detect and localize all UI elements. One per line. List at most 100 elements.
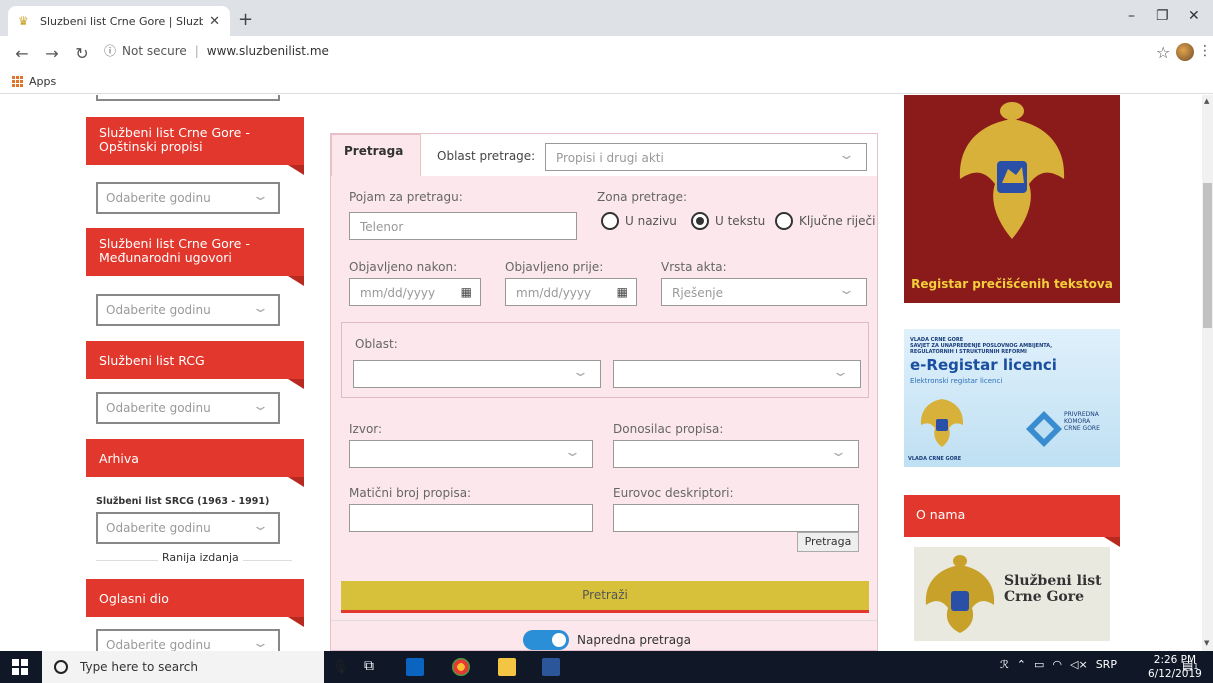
close-window-button[interactable]: ✕ [1188, 8, 1200, 24]
cortana-icon [54, 660, 68, 674]
radio-kljucne-rijeci[interactable]: Ključne riječi [775, 212, 875, 230]
address-bar[interactable]: ⓘ Not secure | www.sluzbenilist.me [104, 42, 329, 59]
radio-u-nazivu[interactable]: U nazivu [601, 212, 677, 230]
windows-start-icon[interactable] [12, 659, 28, 675]
profile-avatar[interactable] [1176, 43, 1194, 61]
chevron-down-icon: ⌄ [251, 519, 270, 534]
objavljeno-nakon-label: Objavljeno nakon: [349, 260, 458, 274]
minimize-button[interactable]: – [1128, 8, 1135, 24]
chevron-down-icon: ⌄ [251, 636, 270, 651]
e-registar-banner[interactable]: VLADA CRNE GORE SAVJET ZA UNAPREĐENJE PO… [904, 329, 1120, 467]
scroll-down-icon[interactable]: ▼ [1204, 639, 1209, 647]
address-separator: | [194, 43, 199, 58]
browser-tab[interactable]: ♛ Sluzbeni list Crne Gore | Sluzbeni ✕ [8, 6, 230, 36]
radio-circle [775, 212, 793, 230]
calendar-icon[interactable]: ▦ [461, 285, 472, 299]
eurovoc-search-button[interactable]: Pretraga [797, 532, 859, 552]
vrsta-akta-select[interactable]: Rješenje ⌄ [661, 278, 867, 306]
divider [331, 620, 877, 621]
year-select-oglasni[interactable]: Odaberite godinu ⌄ [96, 629, 280, 651]
ranija-izdanja-link[interactable]: Ranija izdanja [158, 551, 243, 564]
submit-search-button[interactable]: Pretraži [341, 581, 869, 613]
radio-label: U tekstu [715, 214, 766, 228]
oblast-select-1[interactable]: ⌄ [353, 360, 601, 388]
scrollbar-thumb[interactable] [1203, 183, 1212, 328]
microphone-icon[interactable]: 🎙 [332, 660, 349, 675]
task-view-icon[interactable]: ⧉ [364, 658, 374, 674]
register-banner-text: Registar prečišćenih tekstova [911, 277, 1113, 291]
tab-pretraga[interactable]: Pretraga [331, 134, 421, 176]
bookmark-star-icon[interactable]: ☆ [1156, 43, 1170, 62]
select-placeholder: Odaberite godinu [106, 191, 211, 205]
chevron-down-icon: ⌄ [837, 148, 856, 163]
people-icon[interactable]: ℛ [1000, 658, 1009, 671]
url-text[interactable]: www.sluzbenilist.me [207, 44, 329, 58]
notification-icon[interactable]: ▤1 [1182, 658, 1200, 676]
language-indicator[interactable]: SRP [1096, 658, 1117, 671]
register-banner[interactable]: Registar prečišćenih tekstova [904, 95, 1120, 303]
sluzbeni-list-logo-box[interactable]: Službeni list Crne Gore [914, 547, 1110, 641]
eurovoc-input[interactable] [613, 504, 859, 532]
network-icon[interactable]: ▭ [1034, 658, 1044, 671]
menu-kebab-icon[interactable]: ⋮ [1198, 43, 1212, 59]
section-oglasni-header[interactable]: Oglasni dio [86, 579, 304, 627]
e-registar-header: VLADA CRNE GORE SAVJET ZA UNAPREĐENJE PO… [910, 337, 1053, 355]
eurovoc-label: Eurovoc deskriptori: [613, 486, 734, 500]
izvor-label: Izvor: [349, 422, 383, 436]
chamber-label: PRIVREDNA KOMORA CRNE GORE [1064, 411, 1100, 432]
o-nama-header[interactable]: O nama [904, 495, 1120, 547]
chevron-down-icon: ⌄ [831, 365, 850, 380]
advanced-search-toggle[interactable] [523, 630, 569, 650]
oblast-pretrage-select[interactable]: Propisi i drugi akti ⌄ [545, 143, 867, 171]
back-icon[interactable]: ← [14, 44, 30, 63]
year-select-rcg[interactable]: Odaberite godinu ⌄ [96, 392, 280, 424]
page-scrollbar[interactable] [1202, 95, 1213, 651]
word-icon[interactable] [542, 658, 560, 676]
year-select-opstinski[interactable]: Odaberite godinu ⌄ [96, 182, 280, 214]
e-registar-subtitle: Elektronski registar licenci [910, 377, 1003, 385]
chevron-down-icon: ⌄ [837, 283, 856, 298]
select-value: Propisi i drugi akti [556, 151, 664, 165]
year-select-arhiva[interactable]: Odaberite godinu ⌄ [96, 512, 280, 544]
maticni-input[interactable] [349, 504, 593, 532]
chrome-icon[interactable] [452, 658, 470, 676]
tray-expand-icon[interactable]: ⌃ [1017, 658, 1026, 671]
radio-u-tekstu[interactable]: U tekstu [691, 212, 765, 230]
pojam-input[interactable]: Telenor [349, 212, 577, 240]
reload-icon[interactable]: ↻ [74, 44, 90, 63]
year-select-partial[interactable] [96, 95, 280, 101]
section-opstinski-header[interactable]: Službeni list Crne Gore - Opštinski prop… [86, 117, 304, 175]
outlook-icon[interactable] [406, 658, 424, 676]
date-from-input[interactable]: mm/dd/yyyy ▦ [349, 278, 481, 306]
new-tab-button[interactable]: + [238, 9, 253, 30]
oblast-pretrage-label: Oblast pretrage: [437, 149, 536, 163]
radio-circle-selected [691, 212, 709, 230]
section-medjunarodni-header[interactable]: Službeni list Crne Gore - Međunarodni ug… [86, 228, 304, 286]
izvor-select[interactable]: ⌄ [349, 440, 593, 468]
section-arhiva-header[interactable]: Arhiva [86, 439, 304, 487]
file-explorer-icon[interactable] [498, 658, 516, 676]
oblast-select-2[interactable]: ⌄ [613, 360, 861, 388]
section-title: Službeni list Crne Gore - Međunarodni ug… [99, 236, 250, 265]
select-placeholder: Odaberite godinu [106, 521, 211, 535]
donosilac-select[interactable]: ⌄ [613, 440, 859, 468]
section-title: Arhiva [99, 451, 139, 466]
taskbar-search[interactable]: Type here to search 🎙 [42, 651, 349, 683]
calendar-icon[interactable]: ▦ [617, 285, 628, 299]
objavljeno-prije-label: Objavljeno prije: [505, 260, 604, 274]
volume-icon[interactable]: ◁× [1070, 658, 1088, 671]
scroll-up-icon[interactable]: ▲ [1204, 97, 1209, 105]
wifi-icon[interactable]: ◠ [1052, 658, 1062, 671]
apps-bookmark[interactable]: Apps [29, 75, 56, 88]
apps-grid-icon[interactable] [12, 76, 23, 87]
close-tab-icon[interactable]: ✕ [209, 14, 220, 29]
date-to-input[interactable]: mm/dd/yyyy ▦ [505, 278, 637, 306]
restore-button[interactable]: ❐ [1156, 8, 1169, 24]
page-viewport: Službeni list Crne Gore - Opštinski prop… [0, 95, 1213, 651]
forward-icon[interactable]: → [44, 44, 60, 63]
info-icon[interactable]: ⓘ [104, 42, 116, 59]
coat-of-arms-icon [925, 555, 995, 633]
section-rcg-header[interactable]: Službeni list RCG [86, 341, 304, 389]
select-value: Rješenje [672, 286, 724, 300]
year-select-medjunarodni[interactable]: Odaberite godinu ⌄ [96, 294, 280, 326]
